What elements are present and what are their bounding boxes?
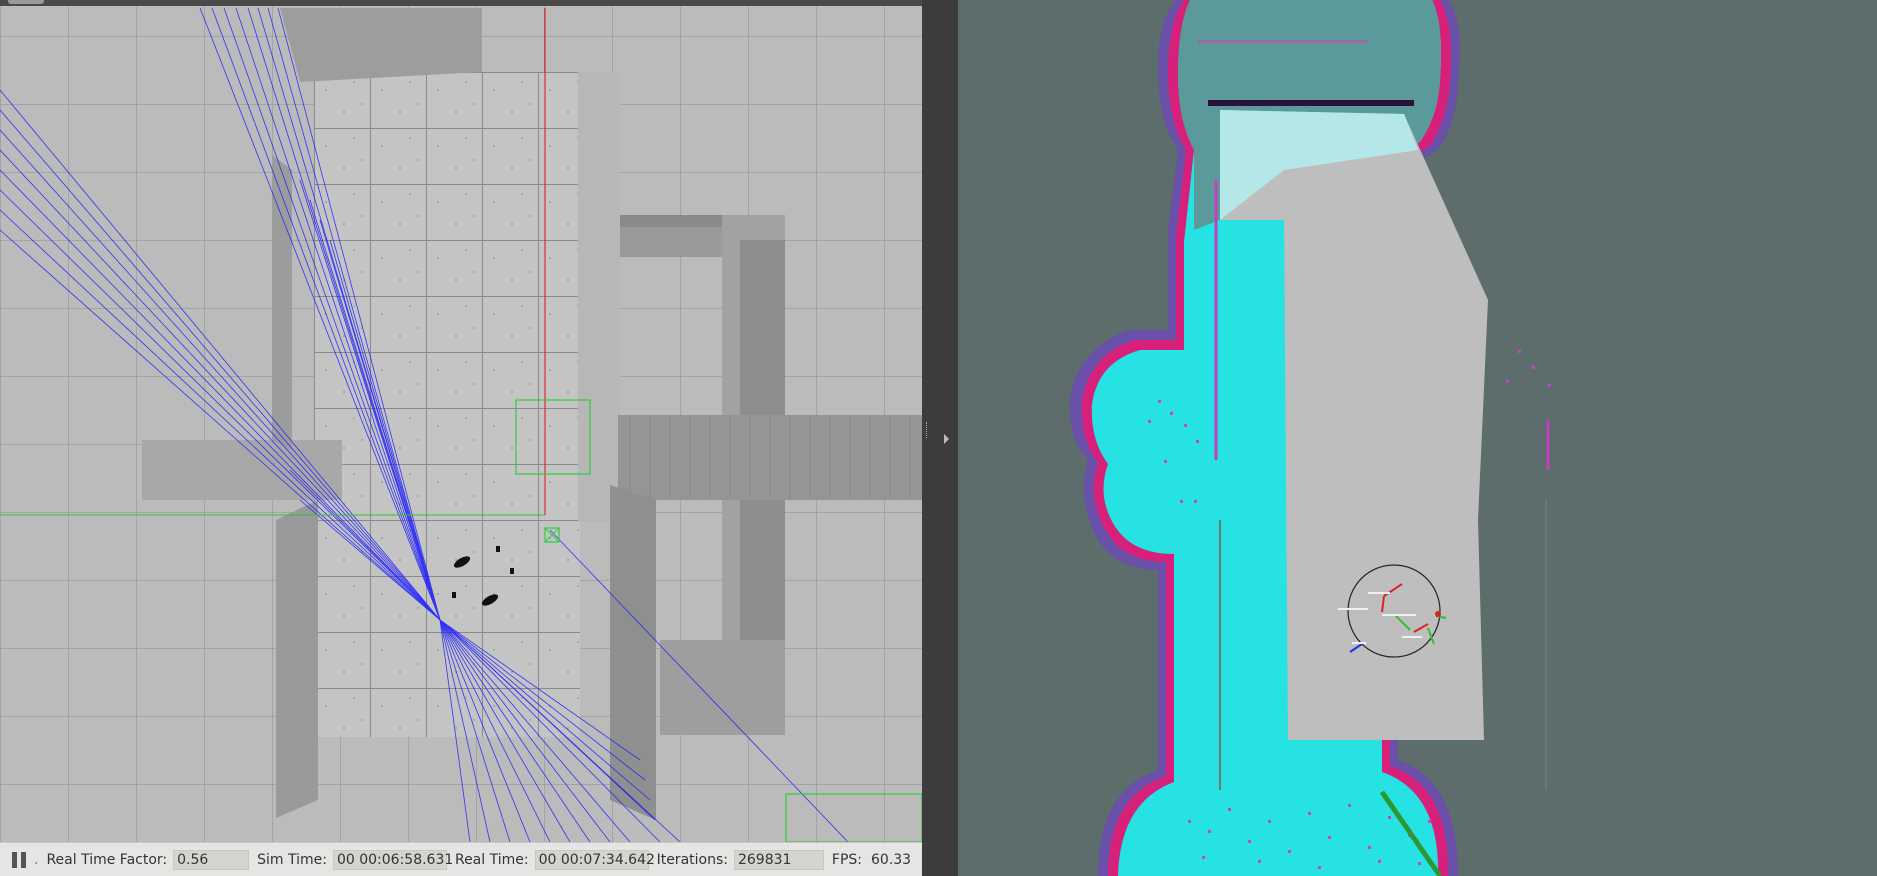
panel-splitter[interactable] bbox=[922, 0, 958, 876]
real-time-label: Real Time: bbox=[454, 852, 529, 868]
wall bbox=[276, 500, 318, 818]
real-time-factor-value: 0.56 bbox=[173, 850, 250, 870]
window-strip bbox=[0, 0, 922, 6]
collapse-arrow-icon[interactable] bbox=[944, 434, 949, 444]
real-time-value: 00 00:07:34.642 bbox=[534, 850, 655, 870]
sim-time-value: 00 00:06:58.631 bbox=[332, 850, 453, 870]
pause-icon bbox=[12, 852, 17, 868]
gazebo-statusbar: . Real Time Factor: 0.56 Sim Time: 00 00… bbox=[0, 842, 922, 876]
map-wall bbox=[1208, 100, 1414, 106]
wall bbox=[610, 485, 656, 820]
splitter-handle[interactable] bbox=[926, 422, 929, 438]
wall bbox=[280, 8, 482, 82]
window-tab[interactable] bbox=[8, 0, 44, 4]
wall bbox=[142, 440, 342, 500]
gazebo-scene[interactable] bbox=[0, 0, 922, 842]
costmap-view[interactable] bbox=[958, 0, 1877, 876]
rviz-viewport[interactable] bbox=[958, 0, 1877, 876]
fps-label: FPS: bbox=[831, 852, 862, 868]
separator-dot: . bbox=[34, 852, 39, 868]
gazebo-viewport[interactable]: . Real Time Factor: 0.56 Sim Time: 00 00… bbox=[0, 0, 922, 876]
pause-button[interactable] bbox=[12, 852, 26, 868]
sim-time-label: Sim Time: bbox=[257, 852, 327, 868]
iterations-value: 269831 bbox=[733, 850, 824, 870]
real-time-factor-label: Real Time Factor: bbox=[46, 852, 168, 868]
fps-value: 60.33 bbox=[871, 852, 912, 868]
iterations-label: Iterations: bbox=[656, 852, 728, 868]
